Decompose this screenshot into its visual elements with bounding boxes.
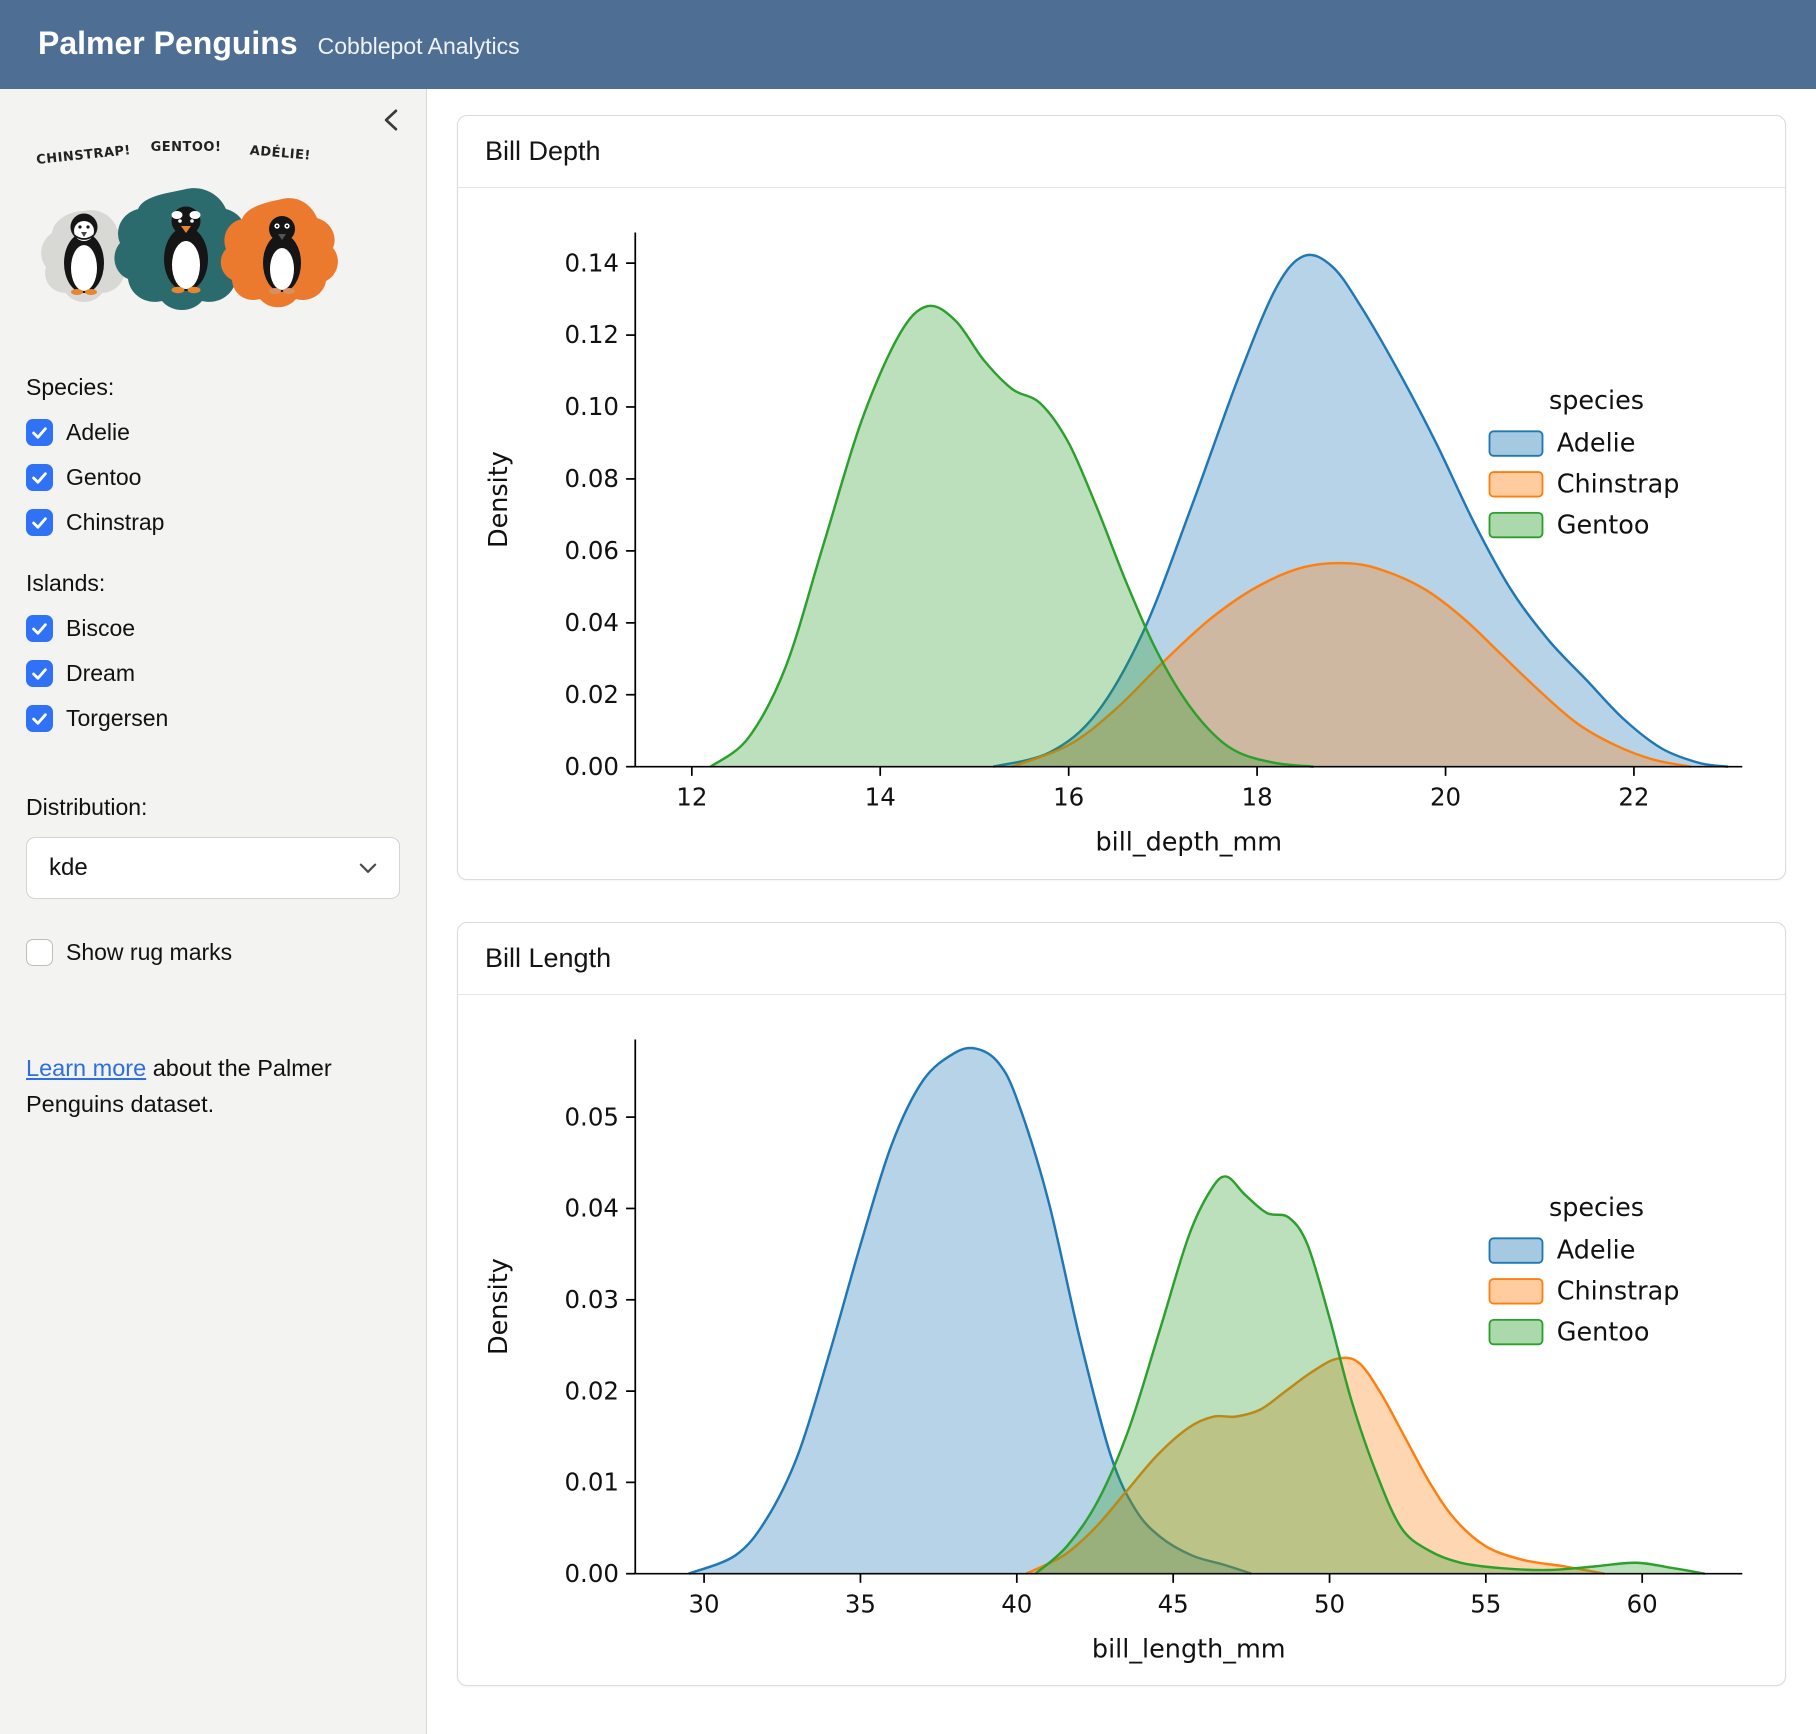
svg-text:0.01: 0.01 xyxy=(565,1467,619,1496)
checkbox-checked-icon xyxy=(26,660,53,687)
artwork-label-gentoo: GENTOO! xyxy=(151,140,222,155)
svg-text:bill_length_mm: bill_length_mm xyxy=(1092,1634,1286,1664)
svg-text:55: 55 xyxy=(1470,1589,1501,1618)
checkbox-species-gentoo[interactable]: Gentoo xyxy=(26,464,398,491)
checkbox-island-torgersen[interactable]: Torgersen xyxy=(26,705,398,732)
checkbox-label: Chinstrap xyxy=(66,509,164,536)
checkbox-island-biscoe[interactable]: Biscoe xyxy=(26,615,398,642)
svg-text:0.10: 0.10 xyxy=(565,392,619,421)
checkbox-label: Torgersen xyxy=(66,705,168,732)
svg-text:Density: Density xyxy=(484,1258,514,1355)
app: Palmer Penguins Cobblepot Analytics CHIN… xyxy=(0,0,1816,1734)
checkbox-checked-icon xyxy=(26,464,53,491)
svg-text:35: 35 xyxy=(845,1589,876,1618)
svg-text:0.00: 0.00 xyxy=(565,1558,619,1587)
svg-text:species: species xyxy=(1549,1192,1644,1222)
distribution-select-value: kde xyxy=(49,854,88,882)
svg-text:0.03: 0.03 xyxy=(565,1284,619,1313)
sidebar: CHINSTRAP! GENTOO! ADÉLIE! xyxy=(0,89,427,1734)
svg-text:40: 40 xyxy=(1001,1589,1032,1618)
svg-text:30: 30 xyxy=(689,1589,720,1618)
svg-text:14: 14 xyxy=(865,782,896,811)
learn-more-link[interactable]: Learn more xyxy=(26,1055,146,1081)
bill-length-density-chart: 30 35 40 45 50 55 60 0.00 0.01 0.02 0.03 0.04 0.05 bi… xyxy=(464,1011,1779,1672)
checkbox-checked-icon xyxy=(26,705,53,732)
svg-text:50: 50 xyxy=(1314,1589,1345,1618)
chevron-down-icon xyxy=(359,863,377,874)
svg-text:0.12: 0.12 xyxy=(565,320,619,349)
checkbox-species-adelie[interactable]: Adelie xyxy=(26,419,398,446)
card-title: Bill Length xyxy=(458,923,1785,995)
checkbox-island-dream[interactable]: Dream xyxy=(26,660,398,687)
svg-text:0.06: 0.06 xyxy=(565,536,619,565)
app-header: Palmer Penguins Cobblepot Analytics xyxy=(0,0,1816,89)
svg-text:0.00: 0.00 xyxy=(565,752,619,781)
artwork-label-adelie: ADÉLIE! xyxy=(249,142,311,163)
distribution-select[interactable]: kde xyxy=(26,837,400,899)
main-content: Bill Depth 12 14 16 18 20 22 0.00 0.02 0.04 0.06 0… xyxy=(427,89,1816,1734)
artwork-label-chinstrap: CHINSTRAP! xyxy=(36,143,132,168)
svg-text:0.08: 0.08 xyxy=(565,464,619,493)
penguins-artwork: CHINSTRAP! GENTOO! ADÉLIE! xyxy=(26,133,344,325)
svg-text:Chinstrap: Chinstrap xyxy=(1557,1276,1680,1306)
checkbox-species-chinstrap[interactable]: Chinstrap xyxy=(26,509,398,536)
checkbox-label: Show rug marks xyxy=(66,939,232,966)
svg-text:0.04: 0.04 xyxy=(565,608,619,637)
svg-text:Density: Density xyxy=(484,451,514,548)
svg-text:20: 20 xyxy=(1430,782,1461,811)
svg-text:12: 12 xyxy=(676,782,707,811)
bill-depth-density-chart: 12 14 16 18 20 22 0.00 0.02 0.04 0.06 0.08 0.10 0.12… xyxy=(464,204,1779,865)
app-title: Palmer Penguins xyxy=(38,0,298,86)
checkbox-checked-icon xyxy=(26,419,53,446)
chevron-left-icon xyxy=(383,109,399,131)
svg-text:16: 16 xyxy=(1053,782,1084,811)
checkbox-show-rug-marks[interactable]: Show rug marks xyxy=(26,939,398,966)
checkbox-label: Gentoo xyxy=(66,464,141,491)
svg-text:bill_depth_mm: bill_depth_mm xyxy=(1095,827,1282,857)
svg-text:22: 22 xyxy=(1618,782,1649,811)
svg-text:Adelie: Adelie xyxy=(1557,1235,1636,1265)
islands-label: Islands: xyxy=(26,570,398,597)
checkbox-checked-icon xyxy=(26,509,53,536)
checkbox-label: Biscoe xyxy=(66,615,135,642)
svg-text:0.04: 0.04 xyxy=(565,1193,619,1222)
card-bill-depth: Bill Depth 12 14 16 18 20 22 0.00 0.02 0.04 0.06 0… xyxy=(457,115,1786,880)
learn-more-text: Learn more about the Palmer Penguins dat… xyxy=(26,1050,366,1123)
svg-text:Gentoo: Gentoo xyxy=(1557,1317,1650,1347)
svg-text:0.02: 0.02 xyxy=(565,1376,619,1405)
svg-text:species: species xyxy=(1549,386,1644,416)
app-subtitle: Cobblepot Analytics xyxy=(318,3,520,89)
checkbox-checked-icon xyxy=(26,615,53,642)
card-bill-length: Bill Length 30 35 40 45 50 55 60 0.00 0.01 0.02 0.… xyxy=(457,922,1786,1687)
checkbox-label: Dream xyxy=(66,660,135,687)
svg-text:18: 18 xyxy=(1242,782,1273,811)
svg-text:Adelie: Adelie xyxy=(1557,429,1636,459)
checkbox-label: Adelie xyxy=(66,419,130,446)
svg-text:60: 60 xyxy=(1627,1589,1658,1618)
sidebar-collapse-button[interactable] xyxy=(376,105,406,135)
svg-text:Gentoo: Gentoo xyxy=(1557,510,1650,540)
checkbox-unchecked-icon xyxy=(26,939,53,966)
svg-text:0.02: 0.02 xyxy=(565,680,619,709)
svg-text:Chinstrap: Chinstrap xyxy=(1557,469,1680,499)
svg-text:0.05: 0.05 xyxy=(565,1102,619,1131)
card-title: Bill Depth xyxy=(458,116,1785,188)
species-label: Species: xyxy=(26,374,398,401)
svg-text:45: 45 xyxy=(1158,1589,1189,1618)
distribution-label: Distribution: xyxy=(26,794,398,821)
svg-text:0.14: 0.14 xyxy=(565,248,619,277)
